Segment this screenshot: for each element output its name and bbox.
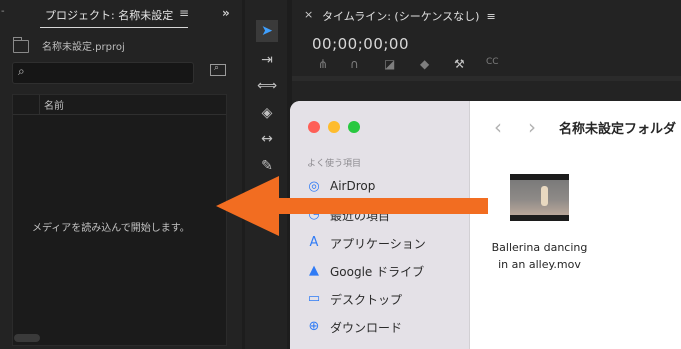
project-file-name: 名称未設定.prproj bbox=[42, 42, 125, 53]
folder-title: 名称未設定フォルダ bbox=[559, 122, 677, 137]
captions-icon[interactable]: CC bbox=[486, 57, 499, 67]
project-tab-title[interactable]: プロジェクト: 名称未設定 bbox=[45, 7, 173, 23]
finder-sidebar: よく使う項目 ◎ AirDrop ◷ 最近の項目 A アプリケーション ▲ Go… bbox=[290, 101, 470, 349]
favorites-heading: よく使う項目 bbox=[307, 159, 362, 169]
airdrop-icon: ◎ bbox=[308, 179, 320, 194]
sidebar-item-label: アプリケーション bbox=[330, 237, 426, 251]
magnet-icon[interactable]: ∩ bbox=[350, 57, 359, 71]
panel-menu-dash[interactable]: - bbox=[1, 6, 5, 17]
video-file-thumbnail[interactable] bbox=[510, 174, 569, 221]
project-tab-bar: - プロジェクト: 名称未設定 ≡ » bbox=[0, 0, 242, 33]
razor-tool-icon[interactable]: ◈ bbox=[256, 102, 278, 124]
finder-window: よく使う項目 ◎ AirDrop ◷ 最近の項目 A アプリケーション ▲ Go… bbox=[290, 101, 681, 349]
desktop-icon: ▭ bbox=[307, 291, 321, 306]
video-file-name[interactable]: Ballerina dancing in an alley.mov bbox=[477, 239, 602, 273]
flag-icon[interactable]: ◆ bbox=[420, 57, 429, 71]
zoom-window-button[interactable] bbox=[348, 121, 360, 133]
pen-tool-icon[interactable]: ✎ bbox=[256, 155, 278, 177]
empty-import-message: メディアを読み込んで開始します。 bbox=[32, 223, 190, 234]
horizontal-scrollbar[interactable] bbox=[14, 334, 40, 342]
find-bin-icon[interactable]: ⌕ bbox=[210, 63, 226, 76]
sidebar-item-label: ダウンロード bbox=[330, 321, 403, 335]
timeline-title-text: タイムライン: (シーケンスなし) bbox=[322, 10, 480, 23]
column-header-name[interactable]: 名前 bbox=[44, 97, 64, 112]
timeline-ruler bbox=[292, 76, 681, 81]
file-label-line-1: Ballerina dancing bbox=[491, 241, 588, 254]
close-icon[interactable]: × bbox=[304, 8, 313, 21]
selection-tool-icon[interactable]: ➤ bbox=[256, 20, 278, 42]
wrench-icon[interactable]: ⚒ bbox=[454, 57, 465, 71]
timeline-menu-icon[interactable]: ≡ bbox=[486, 10, 495, 23]
slip-tool-icon[interactable]: ↔ bbox=[256, 128, 278, 150]
search-icon: ⌕ bbox=[18, 64, 25, 78]
active-tab-underline bbox=[40, 27, 188, 28]
back-button[interactable]: ‹ bbox=[494, 115, 502, 139]
sidebar-item-label: AirDrop bbox=[330, 179, 376, 193]
file-label-line-2: in an alley.mov bbox=[498, 258, 581, 271]
snap-icon[interactable]: ⋔ bbox=[318, 57, 328, 71]
minimize-window-button[interactable] bbox=[328, 121, 340, 133]
expand-panels-icon[interactable]: » bbox=[222, 6, 230, 20]
playhead-timecode[interactable]: 00;00;00;00 bbox=[312, 35, 409, 53]
applications-icon: A bbox=[309, 235, 319, 250]
sidebar-item-label: デスクトップ bbox=[330, 293, 403, 307]
project-search-input[interactable]: ⌕ bbox=[12, 62, 194, 84]
sidebar-item-label: 最近の項目 bbox=[330, 209, 391, 223]
recents-icon: ◷ bbox=[308, 207, 320, 222]
video-preview-image bbox=[510, 180, 569, 215]
ripple-edit-tool-icon[interactable]: ⟺ bbox=[256, 75, 278, 97]
type-tool-icon[interactable]: T bbox=[256, 208, 278, 230]
downloads-icon: ⊕ bbox=[308, 319, 320, 334]
sidebar-item-label: Google ドライブ bbox=[330, 265, 425, 279]
tab-menu-icon[interactable]: ≡ bbox=[179, 6, 189, 20]
google-drive-icon: ▲ bbox=[309, 263, 319, 278]
forward-button[interactable]: › bbox=[528, 115, 536, 139]
project-panel: - プロジェクト: 名称未設定 ≡ » 名称未設定.prproj ⌕ ⌕ 名前 … bbox=[0, 0, 242, 349]
tools-panel: ➤ ⇥ ⟺ ◈ ↔ ✎ ✋ T bbox=[245, 0, 287, 349]
project-folder-icon bbox=[13, 37, 29, 53]
marker-icon[interactable]: ◪ bbox=[384, 57, 395, 71]
timeline-tab-title[interactable]: タイムライン: (シーケンスなし) ≡ bbox=[322, 8, 496, 24]
hand-tool-icon[interactable]: ✋ bbox=[256, 181, 278, 203]
track-select-tool-icon[interactable]: ⇥ bbox=[256, 49, 278, 71]
close-window-button[interactable] bbox=[308, 121, 320, 133]
list-header: 名前 bbox=[13, 95, 226, 115]
